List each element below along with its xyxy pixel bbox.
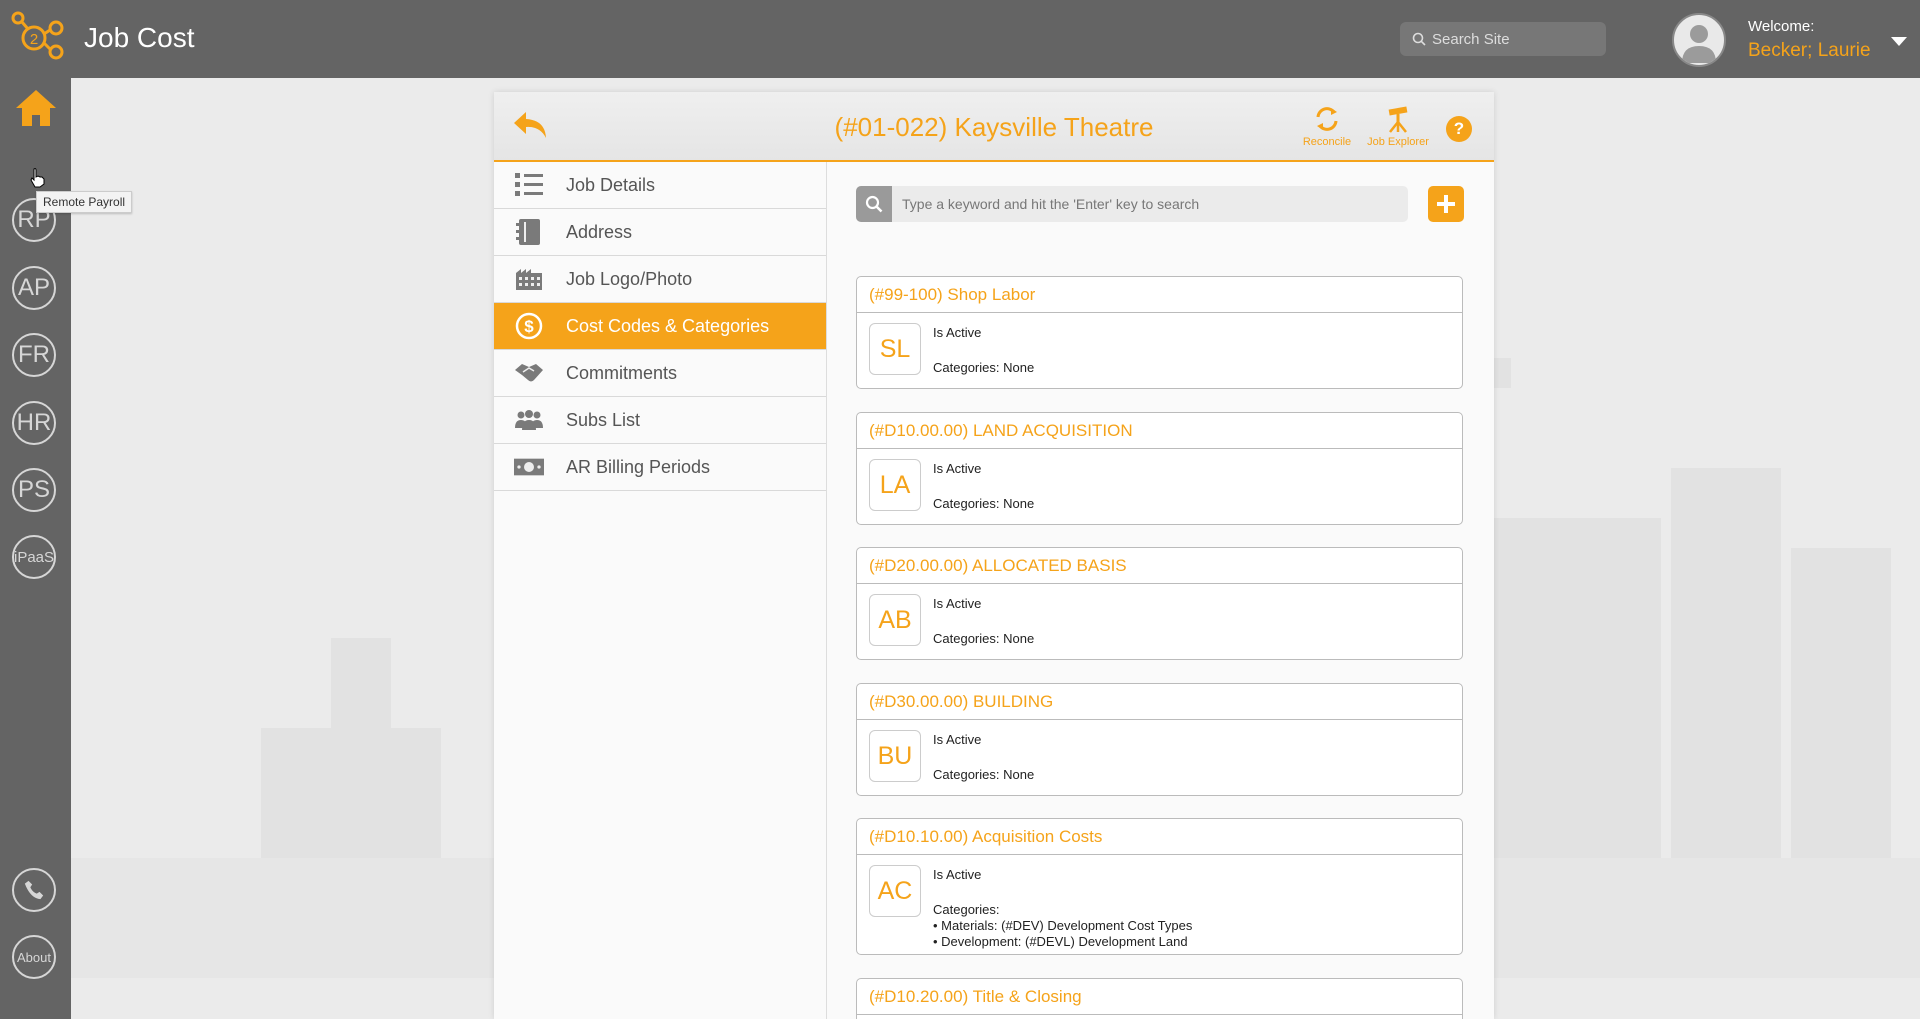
- cost-code-status: Is Active: [933, 867, 982, 882]
- avatar[interactable]: [1672, 13, 1726, 67]
- keyword-search-input[interactable]: Type a keyword and hit the 'Enter' key t…: [856, 186, 1408, 222]
- menu-label: Address: [566, 221, 633, 242]
- menu-item-ar-billing-periods[interactable]: AR Billing Periods: [494, 444, 826, 491]
- menu-label: AR Billing Periods: [566, 456, 711, 477]
- banknote-icon: [514, 452, 544, 482]
- menu-label: Job Details: [566, 174, 656, 195]
- phone-button[interactable]: [12, 868, 56, 912]
- job-explorer-button[interactable]: Job Explorer: [1360, 104, 1436, 148]
- menu-item-commitments[interactable]: Commitments: [494, 350, 826, 397]
- app-logo-icon[interactable]: 2: [10, 10, 66, 66]
- user-silhouette-icon: [1682, 25, 1716, 63]
- cost-code-categories: Categories: None: [933, 360, 1035, 375]
- cost-code-card[interactable]: (#99-100) Shop Labor SL Is Active Catego…: [856, 276, 1463, 389]
- job-menu: Job Details Address Job Logo/Photo $ Cos…: [494, 162, 827, 1019]
- search-icon: [856, 186, 892, 222]
- phone-icon: [24, 880, 44, 900]
- sidebar-item-ipaas[interactable]: iPaaS: [12, 535, 56, 579]
- menu-label: Cost Codes & Categories: [566, 315, 770, 336]
- keyword-search-placeholder: Type a keyword and hit the 'Enter' key t…: [902, 196, 1200, 212]
- help-icon[interactable]: ?: [1446, 116, 1472, 142]
- search-site-input[interactable]: Search Site: [1400, 22, 1606, 56]
- cost-code-title[interactable]: (#D10.10.00) Acquisition Costs: [857, 819, 1462, 855]
- cost-code-abbr: LA: [869, 459, 921, 511]
- list-icon: [514, 170, 544, 200]
- about-button[interactable]: About: [12, 935, 56, 979]
- cost-code-card[interactable]: (#D10.10.00) Acquisition Costs AC Is Act…: [856, 818, 1463, 955]
- menu-item-job-details[interactable]: Job Details: [494, 162, 826, 209]
- menu-item-address[interactable]: Address: [494, 209, 826, 256]
- sidebar-item-hr[interactable]: HR: [12, 401, 56, 445]
- svg-text:2: 2: [30, 31, 38, 48]
- job-card: (#01-022) Kaysville Theatre Reconcile Jo…: [494, 92, 1494, 1019]
- people-icon: [514, 405, 544, 435]
- menu-item-subs-list[interactable]: Subs List: [494, 397, 826, 444]
- cost-codes-pane: Type a keyword and hit the 'Enter' key t…: [828, 162, 1494, 1019]
- handshake-icon: [514, 358, 544, 388]
- refresh-icon: [1316, 107, 1338, 131]
- cost-code-status: Is Active: [933, 732, 982, 747]
- menu-item-cost-codes[interactable]: $ Cost Codes & Categories: [494, 303, 826, 350]
- sidebar-item-ps[interactable]: PS: [12, 468, 56, 512]
- sidebar-item-fr[interactable]: FR: [12, 333, 56, 377]
- menu-label: Job Logo/Photo: [566, 268, 693, 289]
- cost-code-card[interactable]: (#D10.00.00) LAND ACQUISITION LA Is Acti…: [856, 412, 1463, 525]
- add-cost-code-button[interactable]: [1428, 186, 1464, 222]
- cost-code-categories: Categories: None: [933, 496, 1035, 511]
- user-name[interactable]: Becker; Laurie: [1748, 40, 1871, 62]
- menu-label: Commitments: [566, 362, 678, 383]
- cost-code-card[interactable]: (#D30.00.00) BUILDING BU Is Active Categ…: [856, 683, 1463, 796]
- cost-code-title[interactable]: (#D10.20.00) Title & Closing: [857, 979, 1462, 1015]
- sidebar-item-ap[interactable]: AP: [12, 266, 56, 310]
- menu-label: Subs List: [566, 409, 641, 430]
- top-bar: 2 Job Cost Search Site Welcome: Becker; …: [0, 0, 1920, 78]
- chevron-down-icon[interactable]: [1890, 34, 1908, 52]
- cost-code-abbr: AB: [869, 594, 921, 646]
- search-site-placeholder: Search Site: [1432, 30, 1510, 48]
- menu-item-job-logo-photo[interactable]: Job Logo/Photo: [494, 256, 826, 303]
- cost-code-abbr: SL: [869, 323, 921, 375]
- cost-code-abbr: BU: [869, 730, 921, 782]
- cost-code-card[interactable]: (#D10.20.00) Title & Closing: [856, 978, 1463, 1019]
- telescope-icon: [1388, 106, 1408, 133]
- cost-code-title[interactable]: (#D30.00.00) BUILDING: [857, 684, 1462, 720]
- home-icon[interactable]: [14, 88, 58, 128]
- hand-cursor-icon: [30, 168, 46, 193]
- welcome-label: Welcome:: [1748, 18, 1815, 35]
- cost-code-title[interactable]: (#D20.00.00) ALLOCATED BASIS: [857, 548, 1462, 584]
- cost-code-title[interactable]: (#D10.00.00) LAND ACQUISITION: [857, 413, 1462, 449]
- cost-code-title[interactable]: (#99-100) Shop Labor: [857, 277, 1462, 313]
- address-book-icon: [514, 217, 544, 247]
- dollar-coin-icon: $: [514, 311, 544, 341]
- reconcile-label: Reconcile: [1302, 136, 1352, 148]
- building-icon: [514, 264, 544, 294]
- cost-code-categories: Categories: • Materials: (#DEV) Developm…: [933, 902, 1193, 949]
- plus-icon: [1437, 195, 1455, 213]
- job-explorer-label: Job Explorer: [1367, 136, 1429, 148]
- cost-code-categories: Categories: None: [933, 631, 1035, 646]
- search-icon: [1412, 32, 1426, 46]
- cost-code-abbr: AC: [869, 865, 921, 917]
- cost-code-categories: Categories: None: [933, 767, 1035, 782]
- left-sidebar: RP AP FR HR PS iPaaS About: [0, 78, 71, 1019]
- cost-code-status: Is Active: [933, 461, 982, 476]
- cost-code-card[interactable]: (#D20.00.00) ALLOCATED BASIS AB Is Activ…: [856, 547, 1463, 660]
- job-header: (#01-022) Kaysville Theatre Reconcile Jo…: [494, 92, 1494, 162]
- cost-code-status: Is Active: [933, 596, 982, 611]
- svg-text:$: $: [524, 317, 534, 336]
- cost-code-status: Is Active: [933, 325, 982, 340]
- app-title: Job Cost: [84, 22, 195, 53]
- reconcile-button[interactable]: Reconcile: [1292, 104, 1362, 148]
